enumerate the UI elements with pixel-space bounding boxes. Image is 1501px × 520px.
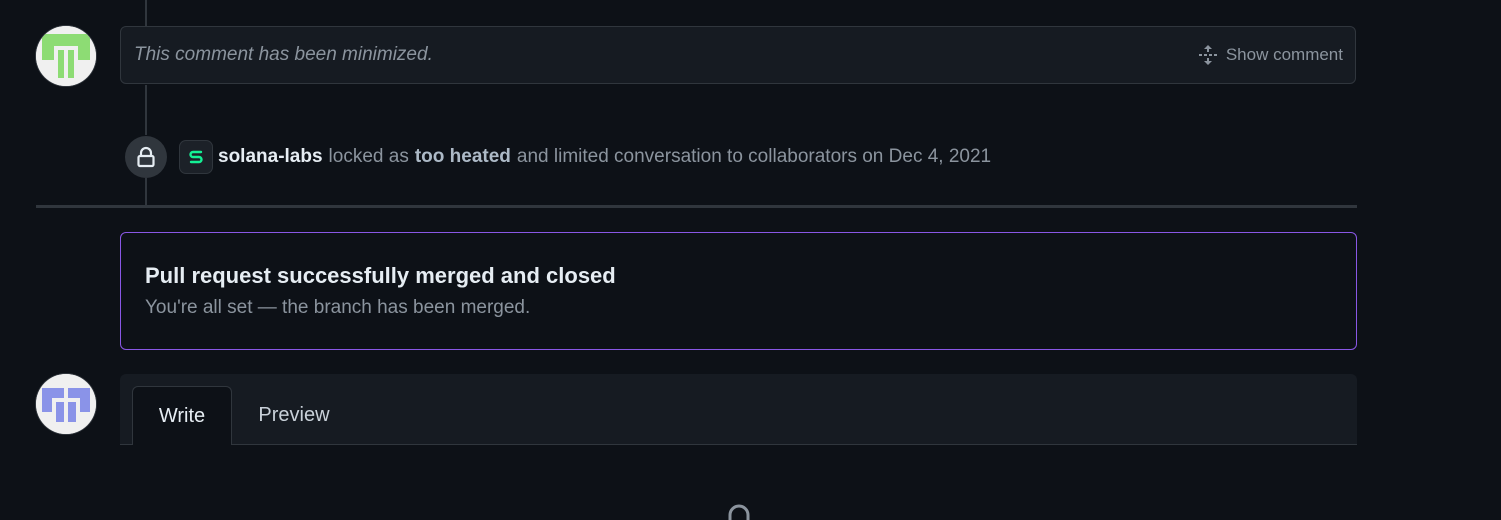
- timeline-line: [145, 178, 147, 206]
- minimized-comment: This comment has been minimized. Show co…: [120, 26, 1356, 84]
- unfold-icon: [1198, 45, 1217, 65]
- minimized-text: This comment has been minimized.: [134, 44, 433, 65]
- merged-title: Pull request successfully merged and clo…: [145, 263, 616, 288]
- avatar[interactable]: [36, 374, 96, 434]
- timeline-line: [145, 0, 147, 26]
- merged-notice: Pull request successfully merged and clo…: [120, 232, 1357, 350]
- event-text: locked as: [328, 146, 409, 167]
- show-comment-button[interactable]: Show comment: [1198, 44, 1343, 66]
- tab-preview[interactable]: Preview: [244, 386, 344, 445]
- event-text-tail: and limited conversation to collaborator…: [516, 146, 992, 167]
- timeline-line: [145, 85, 147, 135]
- timeline-divider: [36, 205, 1357, 208]
- org-link[interactable]: solana-labs: [218, 146, 323, 168]
- org-avatar[interactable]: [180, 141, 212, 173]
- tab-write[interactable]: Write: [132, 386, 232, 445]
- lock-reason: too heated: [414, 146, 511, 167]
- solana-logo-icon: [189, 150, 203, 164]
- lock-event: solana-labs locked as too heated and lim…: [180, 140, 997, 174]
- avatar[interactable]: [36, 26, 96, 86]
- identicon-blue: [36, 374, 96, 434]
- identicon-green: [36, 26, 96, 86]
- editor-tab-bar: Write Preview: [120, 374, 1357, 445]
- merged-subtitle: You're all set — the branch has been mer…: [145, 297, 531, 318]
- lock-badge: [125, 136, 167, 178]
- lock-icon: [728, 504, 750, 520]
- show-comment-label: Show comment: [1225, 45, 1343, 64]
- lock-icon: [137, 146, 155, 168]
- timeline: This comment has been minimized. Show co…: [0, 0, 1501, 520]
